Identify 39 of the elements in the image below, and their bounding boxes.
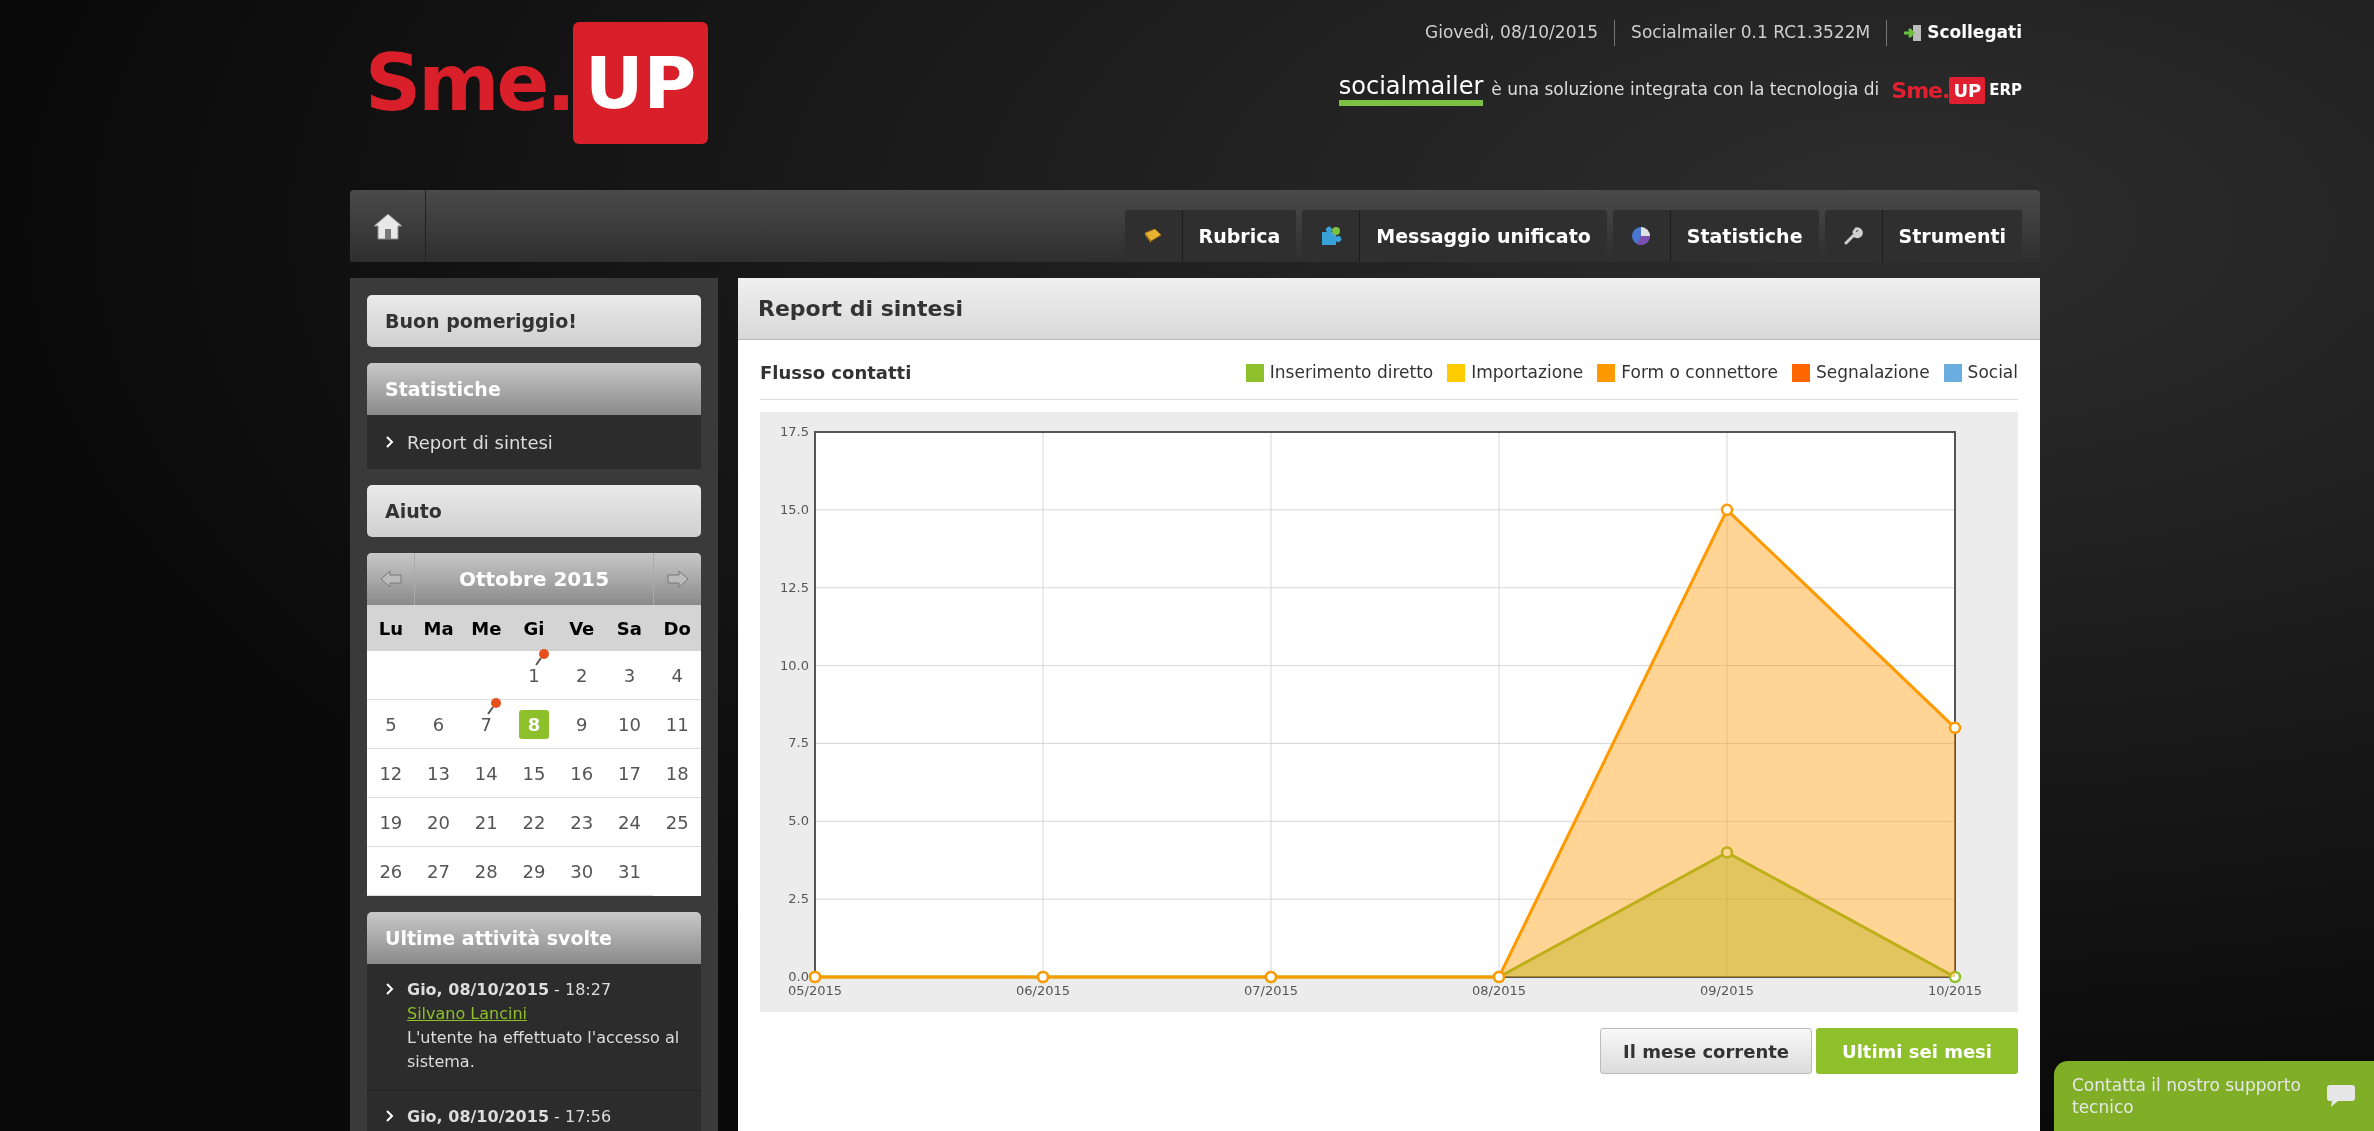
weekday-label: Do <box>662 616 692 641</box>
greeting-panel: Buon pomeriggio! <box>367 295 701 347</box>
chart-title: Flusso contatti <box>760 361 912 385</box>
x-axis-label: 05/2015 <box>788 983 842 998</box>
legend-label: Inserimento diretto <box>1269 360 1434 384</box>
y-axis-label: 2.5 <box>788 891 809 907</box>
tagline-text: è una soluzione integrata con la tecnologia di <box>1491 78 1880 102</box>
activity-time: Gio, 08/10/2015 - 18:27 <box>407 979 613 1001</box>
calendar-month: Ottobre 2015 <box>457 566 611 593</box>
y-axis-label: 12.5 <box>780 579 809 595</box>
activity-text: L'utente ha effettuato l'accesso al sistema. <box>407 1027 681 1073</box>
date-text: Giovedì, 08/10/2015 <box>1425 20 1616 46</box>
x-axis-label: 08/2015 <box>1472 983 1526 998</box>
x-axis-label: 06/2015 <box>1016 983 1070 998</box>
activity-time: Gio, 08/10/2015 - 17:56 <box>407 1106 612 1128</box>
weekday-label: Sa <box>615 616 643 641</box>
weekday-label: Me <box>470 616 503 641</box>
legend-label: Social <box>1967 360 2018 384</box>
legend-label: Form o connettore <box>1621 360 1778 384</box>
weekday-label: Ve <box>568 616 596 641</box>
legend-label: Segnalazione <box>1815 360 1930 384</box>
y-axis-label: 17.5 <box>780 424 809 439</box>
y-axis-label: 10.0 <box>780 657 809 673</box>
x-axis-label: 10/2015 <box>1928 983 1982 998</box>
weekday-label: Ma <box>422 616 455 641</box>
x-axis-label: 09/2015 <box>1700 983 1754 998</box>
y-axis-label: 15.0 <box>780 501 809 517</box>
version-text: Socialmailer 0.1 RC1.3522M <box>1615 20 1888 46</box>
y-axis-label: 0.0 <box>788 969 809 984</box>
support-label: Contatta il nostro supporto tecnico <box>2072 1074 2302 1118</box>
x-axis-label: 07/2015 <box>1244 983 1298 998</box>
brand-logo: socialmailer <box>1338 74 1484 106</box>
weekday-label: Lu <box>377 616 404 641</box>
y-axis-label: 5.0 <box>788 813 809 829</box>
legend-label: Importazione <box>1471 360 1584 384</box>
weekday-label: Gi <box>522 616 546 641</box>
report-header: Report di sintesi <box>738 278 2040 340</box>
y-axis-label: 7.5 <box>788 735 809 751</box>
small-logo: Sme. UP ERP <box>1891 75 2022 106</box>
